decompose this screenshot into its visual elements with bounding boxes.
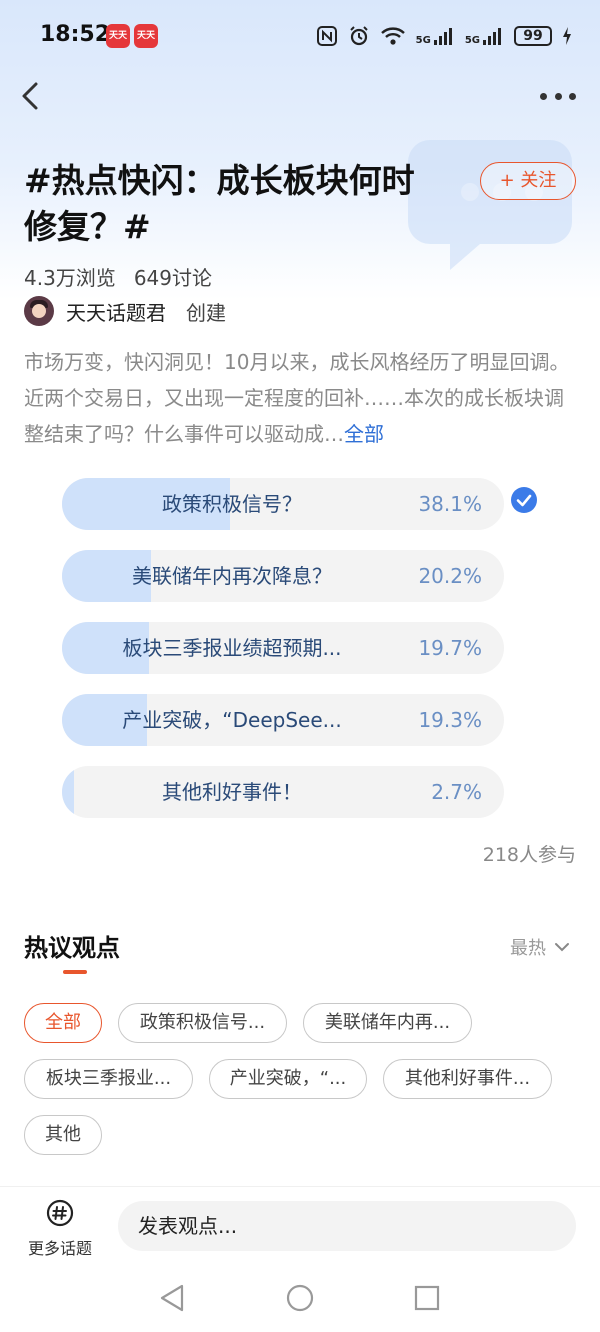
avatar[interactable] xyxy=(24,296,54,326)
chevron-down-icon xyxy=(555,943,569,952)
section-title: 热议观点 xyxy=(24,934,120,962)
charging-icon xyxy=(563,27,571,45)
poll-option-label: 其他利好事件！ xyxy=(162,780,302,804)
more-dots-icon[interactable] xyxy=(540,84,576,108)
poll-option-label: 产业突破，“DeepSee... xyxy=(122,708,342,732)
poll-option[interactable]: 美联储年内再次降息？ 20.2% xyxy=(62,550,504,602)
signal-icon: 5G xyxy=(465,26,504,46)
filter-chip[interactable]: 板块三季报业... xyxy=(24,1059,193,1099)
hashtag-bubble-icon xyxy=(46,1199,74,1227)
creator-name[interactable]: 天天话题君 xyxy=(66,297,166,326)
check-circle-icon xyxy=(511,487,537,513)
topic-title: #热点快闪：成长板块何时修复？# xyxy=(24,161,415,246)
poll-option-label: 政策积极信号？ xyxy=(162,492,302,516)
app-notification-icon: 天天 xyxy=(106,24,130,48)
bottom-bar: 更多话题 发表观点... xyxy=(0,1186,600,1267)
back-arrow-icon[interactable] xyxy=(14,78,50,114)
filter-chip[interactable]: 美联储年内再... xyxy=(303,1003,472,1043)
battery-icon: 99 xyxy=(514,26,552,46)
wifi-icon xyxy=(380,27,405,45)
views-count: 4.3万浏览 xyxy=(24,266,116,290)
poll-option-percent: 38.1% xyxy=(418,492,482,516)
follow-button[interactable]: + 关注 xyxy=(480,162,576,200)
comment-input[interactable]: 发表观点... xyxy=(118,1201,576,1251)
discussions-count: 649讨论 xyxy=(133,266,212,290)
creator-row[interactable]: 天天话题君 创建 xyxy=(24,296,226,326)
topic-description: 市场万变，快闪洞见！10月以来，成长风格经历了明显回调。近两个交易日，又出现一定… xyxy=(24,344,576,452)
sort-label: 最热 xyxy=(510,938,546,959)
nav-back-icon[interactable] xyxy=(158,1283,186,1313)
more-topics-label: 更多话题 xyxy=(27,1239,92,1258)
expand-description-link[interactable]: 全部 xyxy=(344,422,384,446)
nav-recent-icon[interactable] xyxy=(414,1285,440,1311)
nfc-icon xyxy=(316,26,337,46)
poll-option-percent: 19.3% xyxy=(418,708,482,732)
more-topics-button[interactable]: 更多话题 xyxy=(22,1199,98,1259)
filter-chip[interactable]: 产业突破，“... xyxy=(209,1059,367,1099)
status-time: 18:52 xyxy=(40,22,111,47)
nav-home-icon[interactable] xyxy=(286,1284,314,1312)
poll-option[interactable]: 其他利好事件！ 2.7% xyxy=(62,766,504,818)
poll-option-percent: 20.2% xyxy=(418,564,482,588)
status-bar: 18:52 天天 天天 5G 5G 99 xyxy=(0,0,600,72)
sort-dropdown[interactable]: 最热 xyxy=(510,934,570,960)
alarm-icon xyxy=(349,26,368,46)
filter-chip[interactable]: 其他 xyxy=(24,1115,102,1155)
filter-chip[interactable]: 政策积极信号... xyxy=(118,1003,287,1043)
poll-option-percent: 2.7% xyxy=(431,780,482,804)
filter-chip[interactable]: 其他利好事件... xyxy=(383,1059,552,1099)
system-nav-bar xyxy=(0,1266,600,1332)
app-notification-icon: 天天 xyxy=(134,24,158,48)
poll-option[interactable]: 板块三季报业绩超预期... 19.7% xyxy=(62,622,504,674)
creator-role: 创建 xyxy=(186,300,226,325)
topic-stats: 4.3万浏览 649讨论 xyxy=(24,262,230,291)
poll-option-label: 美联储年内再次降息？ xyxy=(132,564,332,588)
description-text: 市场万变，快闪洞见！10月以来，成长风格经历了明显回调。近两个交易日，又出现一定… xyxy=(24,350,570,446)
poll-participants: 218人参与 xyxy=(482,844,576,866)
poll-option[interactable]: 产业突破，“DeepSee... 19.3% xyxy=(62,694,504,746)
section-underline xyxy=(63,970,87,974)
poll-option-percent: 19.7% xyxy=(418,636,482,660)
poll-option[interactable]: 政策积极信号？ 38.1% xyxy=(62,478,504,530)
poll-option-label: 板块三季报业绩超预期... xyxy=(122,636,342,660)
signal-icon: 5G xyxy=(416,26,455,46)
filter-chip-all[interactable]: 全部 xyxy=(24,1003,102,1043)
